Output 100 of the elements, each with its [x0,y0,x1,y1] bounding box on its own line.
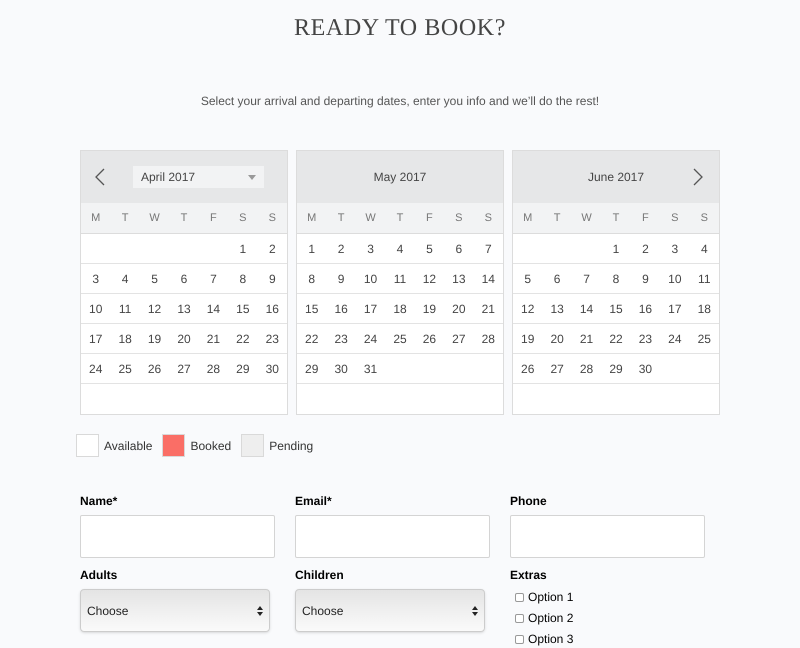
day-cell[interactable]: 25 [385,330,415,348]
select-dropdown[interactable]: Choose [295,589,485,632]
day-cell[interactable]: 12 [140,300,170,318]
day-cell[interactable]: 15 [228,300,258,318]
day-cell[interactable]: 4 [690,240,719,258]
day-cell[interactable]: 6 [169,270,199,288]
day-cell[interactable]: 2 [326,240,356,258]
day-cell[interactable]: 23 [326,330,356,348]
day-cell[interactable]: 29 [228,360,258,378]
day-cell[interactable]: 9 [326,270,356,288]
day-cell[interactable]: 21 [474,300,503,318]
day-cell[interactable]: 27 [444,330,474,348]
day-cell[interactable]: 24 [81,360,110,378]
day-cell[interactable]: 10 [660,270,690,288]
day-cell[interactable]: 2 [258,240,287,258]
day-cell[interactable]: 5 [513,270,542,288]
day-cell[interactable]: 7 [572,270,602,288]
day-cell[interactable]: 13 [169,300,199,318]
day-cell[interactable]: 20 [444,300,474,318]
day-cell[interactable]: 3 [660,240,690,258]
day-cell[interactable]: 14 [572,300,602,318]
day-cell[interactable]: 14 [474,270,503,288]
day-cell[interactable]: 18 [110,330,140,348]
day-cell[interactable]: 20 [169,330,199,348]
day-cell[interactable]: 6 [444,240,474,258]
day-cell[interactable]: 15 [601,300,631,318]
day-cell[interactable]: 21 [572,330,602,348]
select-dropdown[interactable]: Choose [80,589,270,632]
day-cell[interactable]: 12 [414,270,444,288]
text-field[interactable] [295,515,490,558]
day-cell[interactable]: 24 [356,330,386,348]
day-cell[interactable]: 14 [198,300,228,318]
day-cell[interactable]: 21 [198,330,228,348]
day-cell[interactable]: 17 [356,300,386,318]
day-cell[interactable]: 19 [414,300,444,318]
day-cell[interactable]: 2 [630,240,660,258]
day-cell[interactable]: 19 [513,330,542,348]
day-cell[interactable]: 27 [542,360,572,378]
day-cell[interactable]: 29 [297,360,326,378]
day-cell[interactable]: 28 [572,360,602,378]
day-cell[interactable]: 20 [542,330,572,348]
day-cell[interactable]: 8 [297,270,326,288]
day-cell[interactable]: 17 [81,330,110,348]
day-cell[interactable]: 22 [601,330,631,348]
day-cell[interactable]: 10 [356,270,386,288]
day-cell[interactable]: 11 [385,270,415,288]
day-cell[interactable]: 24 [660,330,690,348]
day-cell[interactable]: 18 [385,300,415,318]
day-cell[interactable]: 17 [660,300,690,318]
day-cell[interactable]: 1 [601,240,631,258]
day-cell[interactable]: 12 [513,300,542,318]
day-cell[interactable]: 26 [414,330,444,348]
day-cell[interactable]: 30 [258,360,287,378]
day-cell[interactable]: 1 [228,240,258,258]
day-cell[interactable]: 8 [228,270,258,288]
day-cell[interactable]: 7 [198,270,228,288]
checkbox[interactable] [515,614,524,622]
day-cell[interactable]: 3 [356,240,386,258]
day-cell[interactable]: 23 [258,330,287,348]
day-cell[interactable]: 26 [140,360,170,378]
day-cell[interactable]: 11 [690,270,719,288]
day-cell[interactable]: 5 [414,240,444,258]
day-cell[interactable]: 18 [690,300,719,318]
month-dropdown[interactable]: April 2017 [133,166,264,188]
text-field[interactable] [510,515,705,558]
day-cell[interactable]: 9 [630,270,660,288]
chevron-right-icon[interactable] [693,168,703,186]
day-cell[interactable]: 7 [474,240,503,258]
day-cell[interactable]: 5 [140,270,170,288]
day-cell[interactable]: 19 [140,330,170,348]
day-cell[interactable]: 28 [474,330,503,348]
day-cell[interactable]: 15 [297,300,326,318]
day-cell[interactable]: 13 [542,300,572,318]
day-cell[interactable]: 3 [81,270,110,288]
day-cell[interactable]: 4 [385,240,415,258]
chevron-left-icon[interactable] [95,168,105,186]
day-cell[interactable]: 1 [297,240,326,258]
day-cell[interactable]: 23 [630,330,660,348]
day-cell[interactable]: 25 [690,330,719,348]
day-cell[interactable]: 30 [326,360,356,378]
day-cell[interactable]: 13 [444,270,474,288]
day-cell[interactable]: 4 [110,270,140,288]
day-cell[interactable]: 31 [356,360,386,378]
day-cell[interactable]: 26 [513,360,542,378]
checkbox[interactable] [515,592,524,602]
day-cell[interactable]: 6 [542,270,572,288]
day-cell[interactable]: 10 [81,300,110,318]
day-cell[interactable]: 16 [630,300,660,318]
day-cell[interactable]: 11 [110,300,140,318]
day-cell[interactable]: 27 [169,360,199,378]
day-cell[interactable]: 8 [601,270,631,288]
day-cell[interactable]: 9 [258,270,287,288]
day-cell[interactable]: 30 [630,360,660,378]
day-cell[interactable]: 16 [258,300,287,318]
checkbox[interactable] [515,634,524,644]
day-cell[interactable]: 29 [601,360,631,378]
day-cell[interactable]: 28 [198,360,228,378]
day-cell[interactable]: 25 [110,360,140,378]
day-cell[interactable]: 22 [228,330,258,348]
day-cell[interactable]: 16 [326,300,356,318]
